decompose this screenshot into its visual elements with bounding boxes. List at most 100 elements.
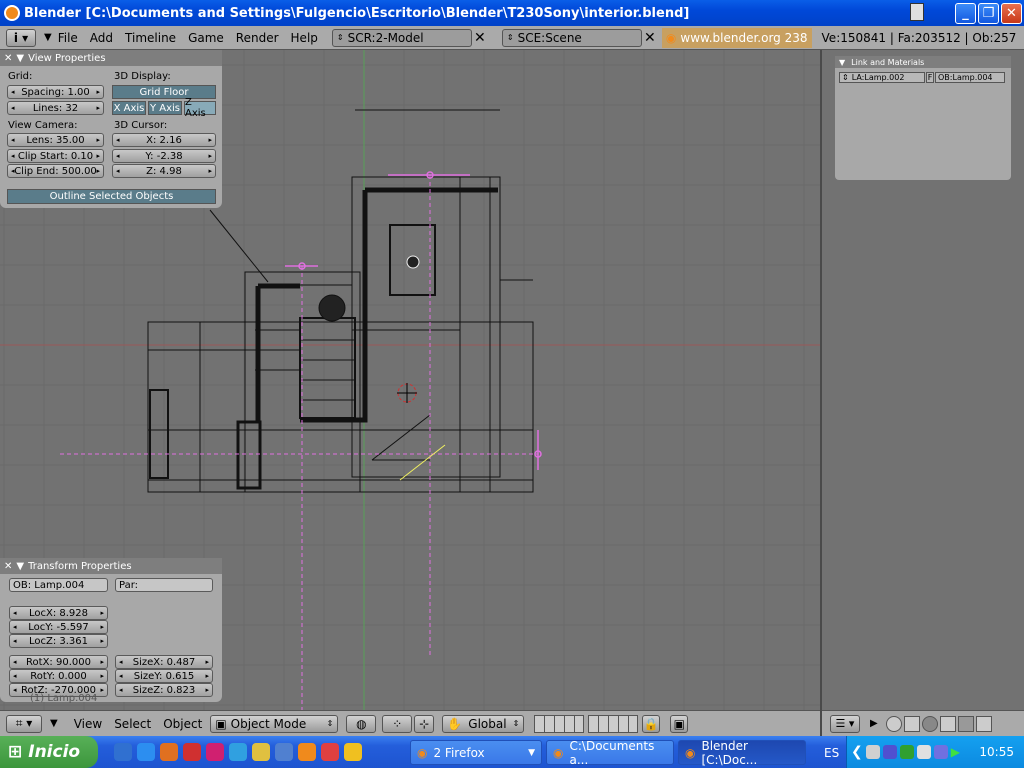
cursor-x-field[interactable]: ◂ X: 2.16 ▸ [112, 133, 216, 147]
taskbar-task-documents[interactable]: ◉ C:\Documents a... [546, 738, 674, 767]
blender-icon[interactable] [298, 743, 316, 761]
menu-add[interactable]: Add [84, 31, 119, 45]
taskbar-task-firefox[interactable]: ◉ 2 Firefox ▼ [410, 740, 542, 765]
grid-spacing-field[interactable]: ◂ Spacing: 1.00 ▸ [7, 85, 104, 99]
home-icon[interactable] [252, 743, 270, 761]
pivot-selector[interactable]: ⁘ [382, 714, 413, 733]
lamp-datablock-field[interactable]: ⇕ LA:Lamp.002 [839, 72, 925, 83]
object-context-button[interactable] [939, 715, 956, 732]
layer-buttons-2[interactable] [588, 714, 639, 733]
y-axis-toggle[interactable]: Y Axis [148, 101, 182, 115]
script-context-button[interactable] [903, 715, 920, 732]
sizez-field[interactable]: ◂ SizeZ: 0.823 ▸ [115, 683, 213, 697]
menu-render[interactable]: Render [230, 31, 285, 45]
clock-app-icon[interactable] [344, 743, 362, 761]
bluetooth-icon[interactable] [882, 745, 897, 759]
menu-select[interactable]: Select [108, 717, 157, 731]
collapse-panel-icon[interactable]: ▼ [16, 53, 24, 64]
play-icon[interactable]: ▶ [951, 745, 960, 759]
transform-properties-header[interactable]: ✕ ▼ Transform Properties [0, 558, 222, 574]
rotx-field[interactable]: ◂ RotX: 90.000 ▸ [9, 655, 108, 669]
menu-view[interactable]: View [68, 717, 108, 731]
menu-help[interactable]: Help [285, 31, 324, 45]
shading-context-button[interactable] [921, 715, 938, 732]
clip-end-field[interactable]: ◂ Clip End: 500.00 ▸ [7, 164, 104, 178]
layer-buttons-1[interactable] [534, 714, 585, 733]
lock-icon: 🔒 [643, 716, 659, 731]
menu-timeline[interactable]: Timeline [119, 31, 182, 45]
scene-selector[interactable]: ⇕ SCE:Scene [501, 28, 642, 47]
minimize-button[interactable]: _ [955, 3, 976, 24]
view-properties-header[interactable]: ✕ ▼ View Properties [0, 50, 222, 66]
volume-icon[interactable] [916, 745, 931, 759]
expand-icon[interactable]: ▶ [870, 718, 878, 729]
cursor-y-field[interactable]: ◂ Y: -2.38 ▸ [112, 149, 216, 163]
draw-type-selector[interactable]: ◍ [346, 714, 377, 733]
show-hidden-icons[interactable]: ❮ [851, 744, 863, 760]
x-axis-toggle[interactable]: X Axis [112, 101, 146, 115]
task-label: C:\Documents a... [569, 738, 655, 767]
menu-file[interactable]: File [52, 31, 84, 45]
start-button[interactable]: ⊞ Inicio [0, 736, 98, 768]
orientation-selector[interactable]: ✋ Global ⇕ [442, 714, 525, 733]
lens-field[interactable]: ◂ Lens: 35.00 ▸ [7, 133, 104, 147]
delete-scene-button[interactable]: ✕ [642, 29, 658, 47]
manipulator-toggle[interactable]: ⊹ [414, 714, 435, 733]
object-datablock-field[interactable]: OB:Lamp.004 [935, 72, 1005, 83]
logic-context-button[interactable] [885, 715, 902, 732]
clip-start-field[interactable]: ◂ Clip Start: 0.10 ▸ [7, 149, 104, 163]
menu-game[interactable]: Game [182, 31, 230, 45]
close-panel-icon[interactable]: ✕ [4, 53, 12, 64]
app-icon-pink[interactable] [206, 743, 224, 761]
media-icon[interactable] [275, 743, 293, 761]
fake-user-button[interactable]: F [926, 72, 934, 83]
language-indicator[interactable]: ES [824, 746, 839, 760]
roty-field[interactable]: ◂ RotY: 0.000 ▸ [9, 669, 108, 683]
cursor-z-field[interactable]: ◂ Z: 4.98 ▸ [112, 164, 216, 178]
collapse-menu-icon[interactable]: ▼ [50, 718, 58, 729]
collapse-panel-icon[interactable]: ▼ [16, 561, 24, 572]
delete-screen-button[interactable]: ✕ [472, 29, 488, 47]
network-icon[interactable] [865, 745, 880, 759]
locy-field[interactable]: ◂ LocY: -5.597 ▸ [9, 620, 108, 634]
close-button[interactable]: ✕ [1001, 3, 1022, 24]
editor-type-button[interactable]: ⌗ ▾ [6, 714, 42, 733]
sizey-field[interactable]: ◂ SizeY: 0.615 ▸ [115, 669, 213, 683]
search-icon[interactable] [229, 743, 247, 761]
outline-selected-toggle[interactable]: Outline Selected Objects [7, 189, 216, 204]
ie-icon[interactable] [137, 743, 155, 761]
collapse-menu-icon[interactable]: ▼ [44, 32, 52, 43]
render-preview-button[interactable]: ▣ [670, 714, 689, 733]
link-materials-header[interactable]: ▼ Link and Materials [835, 56, 1011, 68]
scene-context-button[interactable] [975, 715, 992, 732]
locx-field[interactable]: ◂ LocX: 8.928 ▸ [9, 606, 108, 620]
show-desktop-icon[interactable] [114, 743, 132, 761]
tray-app-icon-2[interactable] [933, 745, 948, 759]
editor-type-button[interactable]: ☰ ▾ [830, 714, 860, 733]
locz-field[interactable]: ◂ LocZ: 3.361 ▸ [9, 634, 108, 648]
3d-viewport[interactable]: ✕ ▼ View Properties Grid: ◂ Spacing: 1.00… [0, 50, 820, 710]
app-icon-red[interactable] [183, 743, 201, 761]
taskbar-task-blender[interactable]: ◉ Blender [C:\Doc... [678, 739, 806, 767]
lock-layers-button[interactable]: 🔒 [642, 714, 661, 733]
collapse-window-icon[interactable] [910, 3, 924, 21]
tray-app-icon[interactable] [899, 745, 914, 759]
blender-url-badge[interactable]: ◉ www.blender.org 238 [661, 27, 812, 48]
object-name-field[interactable]: OB: Lamp.004 [9, 578, 108, 592]
collapse-panel-icon[interactable]: ▼ [839, 58, 845, 67]
rotx-value: RotX: 90.000 [26, 656, 91, 668]
firefox-icon[interactable] [160, 743, 178, 761]
z-axis-toggle[interactable]: Z Axis [184, 97, 216, 119]
editor-type-button[interactable]: i ▾ [6, 28, 36, 47]
editing-context-button[interactable] [957, 715, 974, 732]
menu-object[interactable]: Object [157, 717, 208, 731]
clock[interactable]: 10:55 [979, 745, 1014, 759]
mode-selector[interactable]: ▣ Object Mode ⇕ [210, 714, 339, 733]
maximize-button[interactable]: ❐ [978, 3, 999, 24]
parent-field[interactable]: Par: [115, 578, 213, 592]
grid-lines-field[interactable]: ◂ Lines: 32 ▸ [7, 101, 104, 115]
close-panel-icon[interactable]: ✕ [4, 561, 12, 572]
sizex-field[interactable]: ◂ SizeX: 0.487 ▸ [115, 655, 213, 669]
screen-selector[interactable]: ⇕ SCR:2-Model [331, 28, 472, 47]
app-icon-red2[interactable] [321, 743, 339, 761]
